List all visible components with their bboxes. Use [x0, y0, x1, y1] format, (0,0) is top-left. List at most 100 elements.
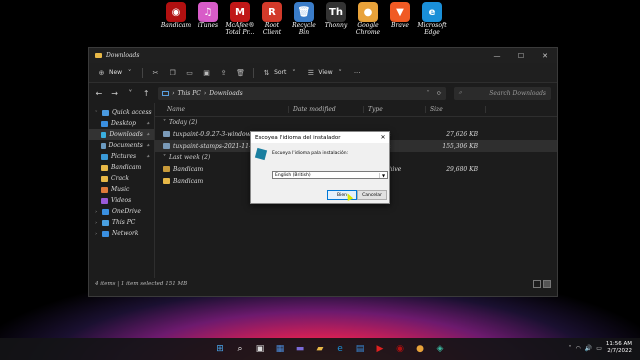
- sidebar-item[interactable]: Documents ✦: [89, 140, 154, 151]
- sidebar-item-label: This PC: [112, 219, 136, 226]
- desktop-shortcut[interactable]: e Microsoft Edge: [416, 2, 448, 36]
- chevron-icon[interactable]: ›: [95, 220, 99, 226]
- address-dropdown-icon[interactable]: ˅: [427, 90, 430, 97]
- youtube-icon[interactable]: ▶: [372, 341, 388, 357]
- file-size: 27,626 KB: [446, 130, 478, 138]
- desktop-icons: ◉ Bandicam ♫ iTunes M McAfee® Total Pr... R…: [160, 2, 448, 36]
- view-label: View: [318, 69, 333, 76]
- chevron-icon[interactable]: ˅: [95, 110, 99, 116]
- delete-icon[interactable]: 🗑: [236, 68, 245, 77]
- chrome-icon[interactable]: ●: [412, 341, 428, 357]
- sort-button[interactable]: ⇅ Sort ˅: [262, 68, 298, 77]
- edge-icon: e: [422, 2, 442, 22]
- chat-icon[interactable]: ▬: [292, 341, 308, 357]
- desktop-shortcut[interactable]: 🗑 Recycle Bin: [288, 2, 320, 36]
- file-explorer-icon[interactable]: ▰: [312, 341, 328, 357]
- sidebar-item[interactable]: Videos: [89, 195, 154, 206]
- windows-start-icon[interactable]: ⊞: [212, 341, 228, 357]
- installer-icon: [163, 143, 170, 149]
- rename-icon[interactable]: ▣: [202, 68, 211, 77]
- breadcrumb-this-pc[interactable]: This PC: [177, 90, 200, 97]
- bandicam-icon[interactable]: ◉: [392, 341, 408, 357]
- desktop-shortcut-label: Brave: [391, 22, 409, 29]
- search-icon[interactable]: ⌕: [232, 341, 248, 357]
- wifi-icon[interactable]: ◠: [575, 345, 580, 352]
- desktop-shortcut[interactable]: R Root Client: [256, 2, 288, 36]
- store-icon[interactable]: ▤: [352, 341, 368, 357]
- column-name[interactable]: Name: [155, 106, 289, 113]
- title-bar[interactable]: Downloads — ☐ ✕: [89, 48, 557, 63]
- group-header[interactable]: ˅ Today (2): [155, 117, 557, 128]
- view-icon: ☰: [307, 68, 315, 77]
- column-date-modified[interactable]: Date modified: [289, 106, 364, 113]
- battery-icon[interactable]: ▭: [596, 345, 602, 352]
- dialog-close-icon[interactable]: ✕: [377, 134, 389, 141]
- clock-date: 2/7/2022: [607, 348, 632, 354]
- sidebar-item[interactable]: Crack: [89, 173, 154, 184]
- forward-arrow-icon[interactable]: →: [111, 89, 119, 98]
- taskbar: ⊞ ⌕ ▣ ▦ ▬ ▰ e ▤ ▶ ◉ ● ◈ ˄ ◠ 🔊 ▭ 11:56 AM 2/7/2022: [0, 338, 640, 360]
- cancel-button[interactable]: Cancelar: [357, 190, 387, 200]
- recent-locations-icon[interactable]: ˅: [127, 89, 135, 98]
- sidebar-item[interactable]: Pictures ✦: [89, 151, 154, 162]
- new-button[interactable]: ⊕ New ˅: [97, 68, 134, 77]
- dialog-title-bar[interactable]: Escoyea l'idioma del instalador ✕: [251, 132, 389, 143]
- task-view-icon[interactable]: ▣: [252, 341, 268, 357]
- sidebar-item[interactable]: Bandicam: [89, 162, 154, 173]
- recycle-bin-icon: 🗑: [294, 2, 314, 22]
- desktop-shortcut[interactable]: Th Thonny: [320, 2, 352, 36]
- back-arrow-icon[interactable]: ←: [95, 89, 103, 98]
- chevron-icon[interactable]: ›: [95, 209, 99, 215]
- edge-icon[interactable]: e: [332, 341, 348, 357]
- desktop-shortcut[interactable]: ▼ Brave: [384, 2, 416, 36]
- minimize-button[interactable]: —: [485, 52, 509, 60]
- chevron-up-icon[interactable]: ˄: [568, 345, 571, 352]
- sidebar-item[interactable]: › OneDrive: [89, 206, 154, 217]
- more-options-icon[interactable]: ···: [353, 68, 362, 77]
- language-select[interactable]: English (British) ▼: [272, 171, 388, 179]
- folder-icon: [101, 175, 108, 182]
- share-icon[interactable]: ⇪: [219, 68, 228, 77]
- sidebar-item[interactable]: › Network: [89, 228, 154, 239]
- search-box[interactable]: ⌕ Search Downloads: [453, 86, 551, 100]
- desktop-shortcut-label: Recycle Bin: [292, 22, 316, 36]
- sidebar-item[interactable]: Music: [89, 184, 154, 195]
- onedrive-icon: [102, 208, 109, 215]
- desktop-shortcut-label: McAfee® Total Pr...: [225, 22, 255, 36]
- copy-icon[interactable]: ❐: [168, 68, 177, 77]
- chevron-icon[interactable]: ›: [95, 231, 99, 237]
- close-button[interactable]: ✕: [533, 52, 557, 60]
- address-separator: ›: [203, 89, 207, 97]
- this-pc-icon: [102, 219, 109, 226]
- address-bar[interactable]: › This PC › Downloads ˅ ⟳: [158, 86, 446, 100]
- column-size[interactable]: Size: [426, 106, 486, 113]
- clock[interactable]: 11:56 AM 2/7/2022: [606, 341, 632, 355]
- desktop-shortcut[interactable]: ♫ iTunes: [192, 2, 224, 36]
- bandicam-icon: ◉: [166, 2, 186, 22]
- details-view-icon[interactable]: [533, 280, 541, 288]
- column-type[interactable]: Type: [364, 106, 426, 113]
- desktop-shortcut[interactable]: ● Google Chrome: [352, 2, 384, 36]
- sidebar-item[interactable]: Downloads ✦: [89, 129, 154, 140]
- paste-icon[interactable]: ▭: [185, 68, 194, 77]
- desktop-shortcut[interactable]: ◉ Bandicam: [160, 2, 192, 36]
- music-folder-icon: [101, 186, 108, 193]
- breadcrumb-downloads[interactable]: Downloads: [209, 90, 242, 97]
- installer-language-dialog: Escoyea l'idioma del instalador ✕ Escuey…: [250, 131, 390, 204]
- desktop-shortcut[interactable]: M McAfee® Total Pr...: [224, 2, 256, 36]
- widgets-icon[interactable]: ▦: [272, 341, 288, 357]
- setup-icon[interactable]: ◈: [432, 341, 448, 357]
- sidebar-item[interactable]: › This PC: [89, 217, 154, 228]
- refresh-icon[interactable]: ⟳: [437, 90, 442, 97]
- cut-icon[interactable]: ✂: [151, 68, 160, 77]
- view-button[interactable]: ☰ View ˅: [306, 68, 344, 77]
- sidebar-item[interactable]: Desktop ✦: [89, 118, 154, 129]
- up-arrow-icon[interactable]: ↑: [142, 89, 150, 98]
- tiles-view-icon[interactable]: [543, 280, 551, 288]
- volume-icon[interactable]: 🔊: [585, 345, 592, 352]
- column-headers: Name Date modified Type Size: [155, 103, 557, 117]
- installer-icon: [254, 147, 268, 161]
- maximize-button[interactable]: ☐: [509, 52, 533, 60]
- chevron-down-icon: ▼: [379, 172, 387, 178]
- sidebar-item[interactable]: ˅ Quick access: [89, 107, 154, 118]
